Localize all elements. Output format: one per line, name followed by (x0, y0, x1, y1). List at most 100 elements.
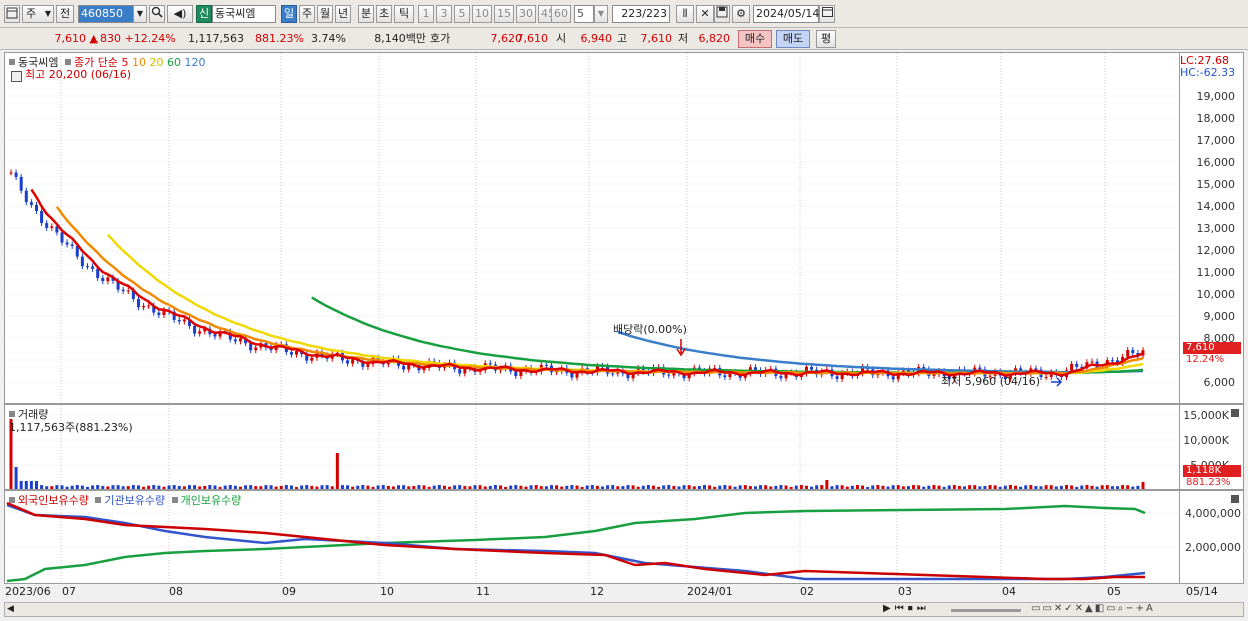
volume-bar (402, 485, 406, 489)
candle-body (142, 305, 146, 308)
eval-button[interactable]: 평 (816, 30, 836, 48)
price-chart-canvas[interactable] (5, 53, 1179, 403)
crosshair-icon[interactable]: ✕ (696, 5, 714, 23)
current-price: 7,610 ▲ (54, 32, 98, 45)
sound-icon[interactable]: ◀) (167, 5, 193, 23)
interval-5[interactable]: 5 (454, 5, 470, 23)
table-icon[interactable] (11, 71, 22, 82)
volume-bar (376, 485, 380, 489)
count-field[interactable]: 223/223 (612, 5, 670, 23)
chart-scrollbar[interactable]: ◀ ▶⏮⏹⏭ ▭▭✕✓✕▲◧▭⌕−+A (4, 602, 1244, 617)
price-chart-panel[interactable]: 동국씨엠 종가 단순 5 10 20 60 120 최고 20,200 (06/… (4, 52, 1180, 404)
calendar-icon[interactable] (819, 5, 835, 23)
volume-bar (595, 485, 599, 489)
period-year[interactable]: 년 (335, 5, 351, 23)
y-tick: 10,000 (1196, 288, 1236, 301)
candle-body (121, 289, 125, 292)
interval-dropdown-icon[interactable]: ▼ (594, 5, 608, 23)
volume-bar (702, 485, 706, 489)
volume-bar (651, 485, 655, 489)
candle-body (101, 278, 105, 282)
candle-body (34, 204, 38, 211)
volume-panel[interactable]: 거래량 1,117,563주(881.23%) (4, 404, 1180, 490)
y-tick: 14,000 (1196, 200, 1236, 213)
volume-bar (927, 485, 931, 489)
volume-bar (968, 485, 972, 489)
volume-bar (233, 485, 237, 489)
volume-bar (315, 486, 319, 489)
volume-bar (917, 485, 921, 489)
layout-icon[interactable] (4, 5, 20, 23)
volume-bar (973, 485, 977, 489)
holding-panel[interactable]: 외국인보유수량 기관보유수량 개인보유수량 (4, 490, 1180, 584)
period-day[interactable]: 일 (281, 5, 297, 23)
stock-code-input[interactable]: 460850 (78, 5, 134, 23)
volume-bar (815, 485, 819, 489)
candle-body (1044, 376, 1048, 378)
volume-bar (499, 485, 503, 489)
market-select[interactable]: 주 ▼ (22, 5, 54, 23)
volume-bar (417, 485, 421, 489)
playback-controls[interactable]: ▶⏮⏹⏭ (883, 603, 930, 614)
volume-bar (468, 486, 472, 489)
interval-60[interactable]: 60 (551, 5, 571, 23)
period-minute[interactable]: 분 (358, 5, 374, 23)
volume-bar (1059, 485, 1063, 489)
volume-bar (371, 486, 375, 489)
volume-bar (861, 485, 865, 489)
period-tick[interactable]: 틱 (394, 5, 414, 23)
volume-bar (901, 486, 905, 489)
candle-body (488, 363, 492, 365)
save-icon[interactable] (714, 5, 730, 23)
interval-10[interactable]: 10 (472, 5, 492, 23)
volume-bar (407, 486, 411, 489)
candle-body (157, 312, 161, 316)
candle-body (1090, 361, 1094, 363)
sell-button[interactable]: 매도 (776, 30, 810, 48)
volume-bar (1136, 485, 1140, 489)
volume-bar (1014, 485, 1018, 489)
period-month[interactable]: 월 (317, 5, 333, 23)
period-second[interactable]: 초 (376, 5, 392, 23)
volume-bar (657, 486, 661, 489)
volume-bar (279, 485, 283, 489)
interval-input[interactable]: 5 (574, 5, 594, 23)
volume-canvas[interactable] (5, 405, 1179, 489)
volume-bar (544, 486, 548, 489)
volume-bar (177, 486, 181, 489)
buy-button[interactable]: 매수 (738, 30, 772, 48)
volume-bar (947, 485, 951, 489)
code-dropdown-icon[interactable]: ▼ (133, 5, 147, 23)
volume-bar (478, 485, 482, 489)
y-tick: 10,000K (1183, 434, 1229, 447)
volume-bar (346, 485, 350, 489)
candle-body (213, 334, 217, 337)
volume-bar (136, 485, 140, 489)
volume-bar (1095, 486, 1099, 489)
close-icon[interactable] (1231, 409, 1239, 417)
volume-bar (361, 485, 365, 489)
search-icon[interactable] (149, 5, 165, 23)
volume-bar (75, 485, 79, 489)
interval-3[interactable]: 3 (436, 5, 452, 23)
volume-bar (85, 486, 89, 489)
prev-button[interactable]: 전 (56, 5, 74, 23)
gear-icon[interactable]: ⚙ (732, 5, 750, 23)
drawing-tools[interactable]: ▭▭✕✓✕▲◧▭⌕−+A (1031, 603, 1155, 614)
interval-1[interactable]: 1 (418, 5, 434, 23)
scroll-left-icon[interactable]: ◀ (7, 604, 14, 614)
volume-bar (24, 481, 28, 489)
interval-30[interactable]: 30 (516, 5, 536, 23)
interval-15[interactable]: 15 (494, 5, 514, 23)
volume-bar (264, 485, 268, 489)
date-input[interactable]: 2024/05/14 (753, 5, 819, 23)
close-icon[interactable] (1231, 495, 1239, 503)
period-week[interactable]: 주 (299, 5, 315, 23)
volume-bar (667, 485, 671, 489)
candle-icon[interactable]: ⫴ (676, 5, 694, 23)
volume-bar (728, 485, 732, 489)
zoom-slider[interactable] (951, 609, 1021, 612)
volume-readout: 1,117,563주(881.23%) (9, 421, 133, 434)
volume-bar (779, 485, 783, 489)
y-tick: 13,000 (1196, 222, 1236, 235)
